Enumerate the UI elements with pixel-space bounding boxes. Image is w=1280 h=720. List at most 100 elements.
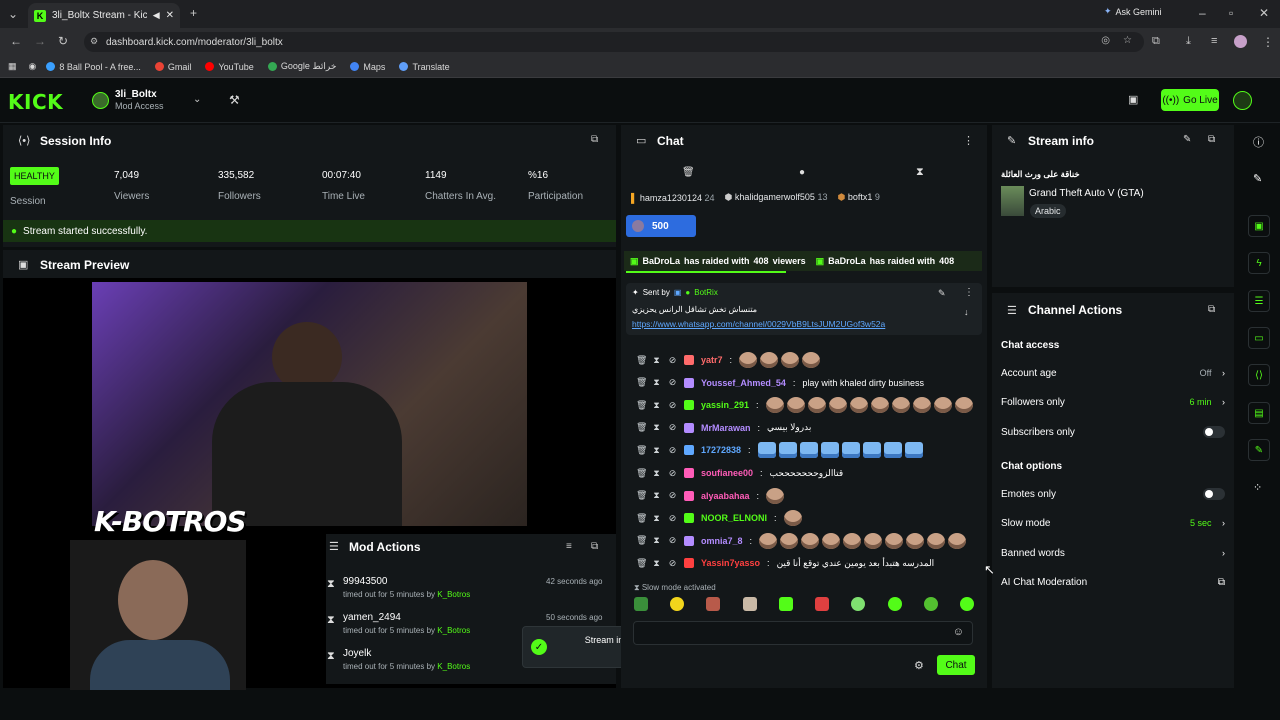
delete-message-icon[interactable]: 🗑 [636,445,647,456]
timeout-user-icon[interactable]: ⧗ [652,535,661,546]
delete-message-icon[interactable]: 🗑 [636,468,647,479]
popout-icon[interactable]: ⧉ [1208,304,1215,315]
category-name[interactable]: Grand Theft Auto V (GTA) [1029,188,1144,199]
hourglass-icon[interactable]: ⧗ [916,166,924,179]
chat-settings-gear-icon[interactable]: ⚙ [914,659,924,672]
chat-menu-icon[interactable]: ⋮ [963,134,974,147]
goal-pill[interactable]: 500 [626,215,696,237]
delete-message-icon[interactable]: 🗑 [636,377,647,388]
mod-action-user[interactable]: 99943500 [343,576,388,587]
ban-user-icon[interactable]: ⊘ [668,422,677,433]
channel-switch-chevron-icon[interactable]: ⌄ [193,94,201,105]
chat-username[interactable]: omnia7_8 [701,536,743,546]
delete-message-icon[interactable]: 🗑 [636,355,647,366]
popout-icon[interactable]: ⧉ [591,134,598,145]
ban-user-icon[interactable]: ⊘ [668,400,677,411]
timeout-user-icon[interactable]: ⧗ [652,513,661,524]
timeout-user-icon[interactable]: ⧗ [652,445,661,456]
browser-tab[interactable]: K 3li_Boltx Stream - Kick Dash ◀ ✕ [28,3,180,28]
edit-pencil-icon[interactable]: ✎ [1183,134,1191,145]
bookmark-google-maps-ar[interactable]: Google خرائط [267,61,336,72]
mod-action-user[interactable]: yamen_2494 [343,612,401,623]
chat-username[interactable]: Yassin7yasso [701,558,760,568]
pinned-menu-icon[interactable]: ⋮ [964,287,974,298]
ban-user-icon[interactable]: ⊘ [668,377,677,388]
site-info-icon[interactable]: ⚙ [90,36,98,47]
extensions-icon[interactable]: ⧉ [1152,35,1160,48]
emote-icon[interactable] [778,597,793,611]
rail-message-icon[interactable]: ▭ [1248,327,1270,349]
chat-username[interactable]: 17272838 [701,445,741,455]
url-field[interactable]: ⚙ dashboard.kick.com/moderator/3li_boltx… [84,32,1144,52]
gifter[interactable]: ⬢ boftx1 9 [837,192,879,203]
ban-user-icon[interactable]: ⊘ [668,490,677,501]
followers-only-row[interactable]: Followers only 6 min › [1001,392,1225,412]
bookmark-8ball[interactable]: 8 Ball Pool - A free... [46,62,141,72]
tab-audio-icon[interactable]: ◀ [153,10,160,21]
rail-list-icon[interactable]: ☰ [1248,290,1270,312]
delete-message-icon[interactable]: 🗑 [636,558,647,569]
ban-user-icon[interactable]: ⊘ [668,513,677,524]
ban-user-icon[interactable]: ⊘ [668,535,677,546]
emote-icon[interactable] [887,597,902,611]
hammer-icon[interactable]: ⚒ [229,93,240,107]
rail-session-icon[interactable]: ⟨⟩ [1248,364,1270,386]
ban-user-icon[interactable]: ⊘ [668,558,677,569]
emotes-only-toggle[interactable] [1203,488,1225,500]
maximize-icon[interactable]: ▫ [1229,6,1233,20]
timeout-user-icon[interactable]: ⧗ [652,490,661,501]
emote-icon[interactable] [851,597,866,611]
chat-input[interactable]: ☺ [633,621,973,645]
chat-username[interactable]: soufianee00 [701,468,753,478]
speech-bubble-icon[interactable]: ● [799,167,805,178]
chat-send-button[interactable]: Chat [937,655,975,675]
reload-icon[interactable]: ↻ [58,34,68,48]
delete-message-icon[interactable]: 🗑 [636,490,647,501]
minimize-icon[interactable]: – [1199,6,1206,20]
ban-user-icon[interactable]: ⊘ [668,445,677,456]
go-live-button[interactable]: ((•)) Go Live [1161,89,1219,111]
rail-preview-icon[interactable]: ▤ [1248,402,1270,424]
gifter[interactable]: ⬢ khalidgamerwolf505 13 [725,192,828,203]
emote-icon[interactable] [742,597,757,611]
chat-username[interactable]: NOOR_ELNONI [701,513,767,523]
popout-icon[interactable]: ⧉ [1208,134,1215,145]
delete-message-icon[interactable]: 🗑 [636,400,647,411]
reading-list-icon[interactable]: ≡ [1211,35,1217,47]
new-tab-icon[interactable]: + [190,6,197,20]
popout-icon[interactable]: ⧉ [591,541,598,552]
slow-mode-row[interactable]: Slow mode 5 sec › [1001,513,1225,533]
kick-logo[interactable]: KICK [8,90,63,114]
user-avatar[interactable] [1233,91,1252,110]
emoji-icon[interactable]: ☺ [953,626,964,638]
bookmark-star-icon[interactable]: ☆ [1123,35,1132,46]
emote-icon[interactable] [959,597,974,611]
rail-more-icon[interactable]: ⁘ [1253,481,1262,494]
emote-icon[interactable] [670,597,685,611]
chrome-web-icon[interactable]: ◉ [29,61,37,72]
banned-words-row[interactable]: Banned words › [1001,543,1225,563]
forward-icon[interactable]: → [34,34,46,48]
bookmark-maps[interactable]: Maps [350,62,385,72]
tab-close-icon[interactable]: ✕ [166,10,174,21]
delete-message-icon[interactable]: 🗑 [636,422,647,433]
chrome-menu-icon[interactable]: ⋮ [1262,35,1274,49]
apps-icon[interactable]: ▦ [8,61,17,72]
mod-action-moderator[interactable]: K_Botros [437,662,470,671]
chat-username[interactable]: yassin_291 [701,400,749,410]
bookmark-youtube[interactable]: YouTube [205,62,254,72]
emote-icon[interactable] [634,597,648,611]
chat-username[interactable]: MrMarawan [701,423,751,433]
rail-chat-icon[interactable]: ▣ [1248,215,1270,237]
profile-avatar[interactable] [1234,35,1247,48]
stream-video[interactable] [92,282,527,526]
back-icon[interactable]: ← [10,34,22,48]
info-icon[interactable]: ⓘ [1253,134,1264,150]
timeout-user-icon[interactable]: ⧗ [652,377,661,388]
chat-username[interactable]: alyaabahaa [701,491,750,501]
download-icon[interactable]: ⤓ [1186,35,1191,48]
eye-off-icon[interactable]: ◎ [1101,35,1110,46]
gifter[interactable]: ▌ hamza1230124 24 [631,193,715,203]
delete-message-icon[interactable]: 🗑 [636,513,647,524]
emote-icon[interactable] [815,597,830,611]
